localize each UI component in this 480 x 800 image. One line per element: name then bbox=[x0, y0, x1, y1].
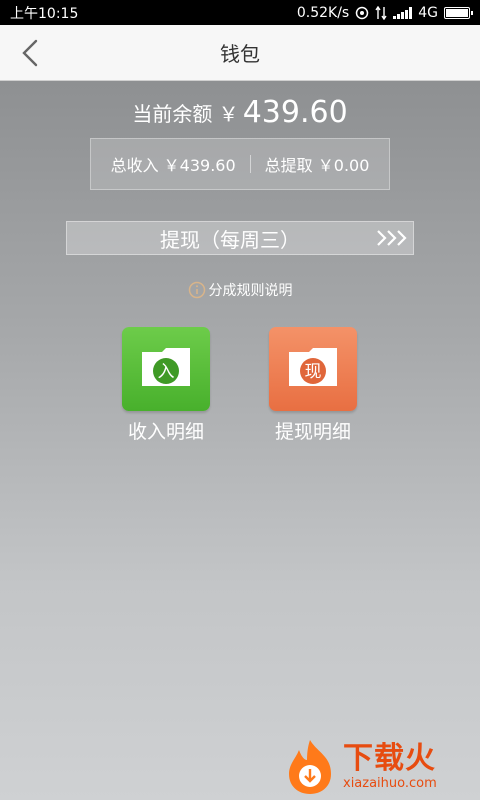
income-glyph: 入 bbox=[158, 362, 175, 382]
income-details-button[interactable]: 入 收入明细 bbox=[106, 327, 226, 444]
net-speed: 0.52K/s bbox=[296, 4, 350, 21]
status-time: 上午10:15 bbox=[10, 5, 79, 22]
current-balance: 当前余额 ￥ 439.60 bbox=[0, 95, 480, 130]
page-title: 钱包 bbox=[220, 42, 260, 66]
withdrawal-glyph: 现 bbox=[305, 362, 322, 382]
flame-logo-icon bbox=[289, 740, 331, 794]
data-arrows-icon bbox=[375, 5, 387, 20]
rules-label: 分成规则说明 bbox=[208, 283, 293, 299]
income-wallet-icon: 入 bbox=[122, 327, 210, 411]
withdrawal-details-label: 提现明细 bbox=[274, 421, 351, 443]
total-income: 总收入 ￥439.60 bbox=[110, 156, 236, 175]
back-button[interactable] bbox=[12, 35, 48, 71]
watermark-name: 下载火 bbox=[343, 741, 436, 776]
withdraw-label: 提现（每周三） bbox=[160, 227, 300, 252]
withdraw-button[interactable]: 提现（每周三） bbox=[66, 221, 414, 255]
nav-bar: 钱包 bbox=[0, 25, 480, 81]
watermark-url: xiazaihuo.com bbox=[343, 776, 437, 791]
total-withdrawn: 总提取 ￥0.00 bbox=[264, 156, 370, 175]
withdrawal-details-button[interactable]: 现 提现明细 bbox=[253, 327, 373, 444]
watermark-logo: 下载火 xiazaihuo.com bbox=[283, 734, 480, 800]
battery-icon bbox=[444, 6, 473, 19]
status-icons: 0.52K/s 4G bbox=[296, 4, 473, 21]
triple-chevron-right-icon bbox=[373, 222, 413, 254]
hotspot-icon bbox=[355, 6, 369, 19]
balance-value: 439.60 bbox=[242, 95, 348, 130]
income-summary-box: 总收入 ￥439.60 总提取 ￥0.00 bbox=[90, 138, 390, 190]
revenue-share-rules-link[interactable]: 分成规则说明 bbox=[0, 280, 480, 300]
signal-icon bbox=[393, 6, 413, 19]
summary-divider bbox=[249, 155, 251, 173]
wallet-content: 当前余额 ￥ 439.60 总收入 ￥439.60 总提取 ￥0.00 提现（每周… bbox=[0, 81, 480, 800]
status-bar: 上午10:15 0.52K/s 4G bbox=[0, 0, 480, 25]
income-details-label: 收入明细 bbox=[127, 421, 204, 443]
info-icon bbox=[188, 281, 205, 299]
balance-label: 当前余额 ￥ bbox=[132, 102, 239, 126]
withdrawal-wallet-icon: 现 bbox=[269, 327, 357, 411]
network-type: 4G bbox=[418, 4, 438, 21]
chevron-left-icon bbox=[22, 39, 38, 67]
